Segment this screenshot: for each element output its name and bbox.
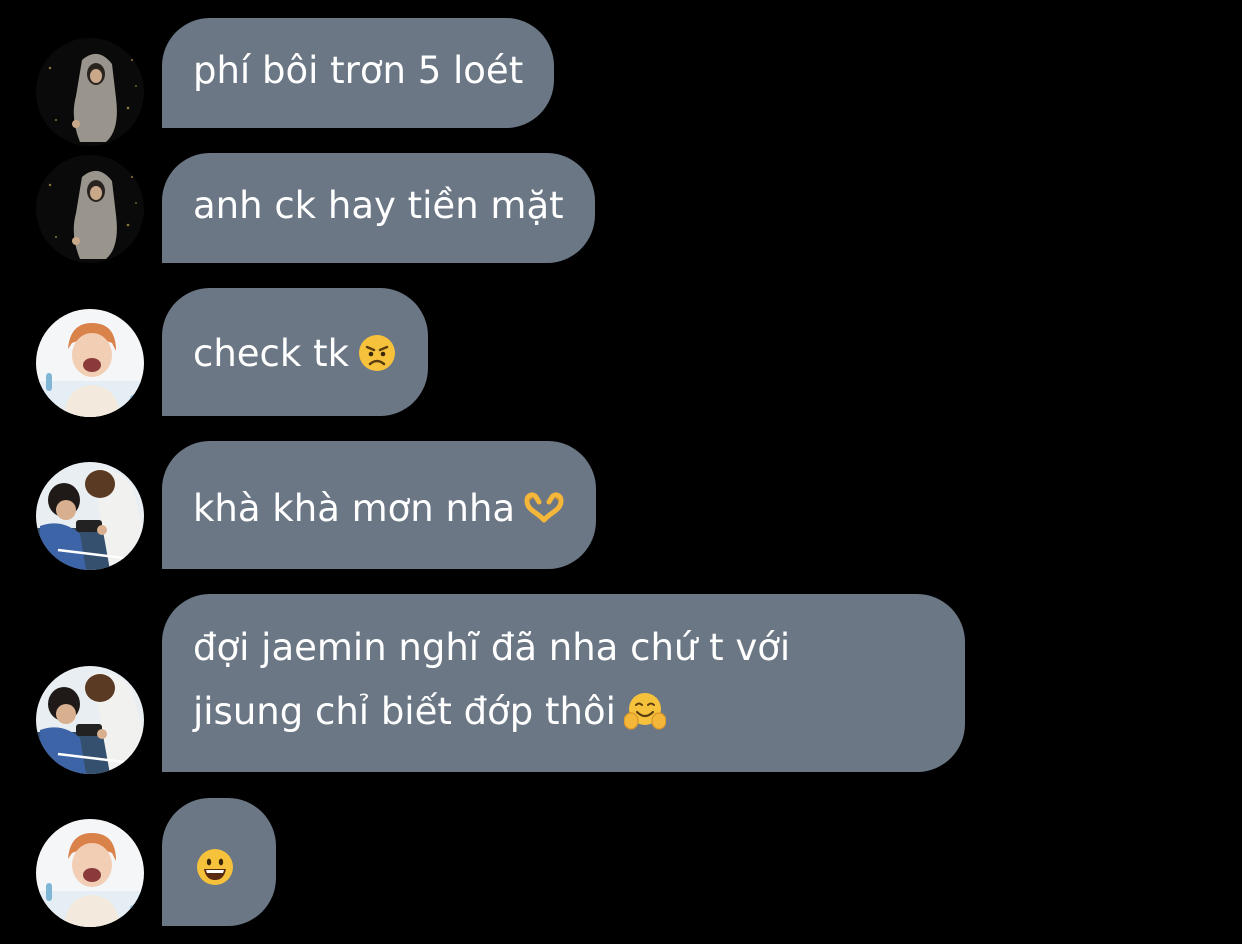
angry-face-emoji (357, 333, 397, 373)
heart-hands-emoji (523, 488, 565, 528)
dark-hooded-figure-avatar[interactable] (36, 155, 144, 263)
message-bubble[interactable]: anh ck hay tiền mặt (162, 153, 595, 263)
message-bubble[interactable]: check tk (162, 288, 429, 416)
message-bubble[interactable]: khà khà mơn nha (162, 441, 597, 569)
dark-hooded-figure-avatar[interactable] (36, 38, 144, 146)
message-text: check tk (193, 332, 350, 375)
two-people-phone-avatar[interactable] (36, 462, 144, 570)
message-text: anh ck hay tiền mặt (193, 184, 564, 227)
message-bubble[interactable]: đợi jaemin nghĩ đã nha chứ t với jisung … (162, 594, 965, 772)
message-text-line-2: jisung chỉ biết đớp thôi (193, 690, 616, 733)
message-row (0, 798, 1242, 927)
orange-hair-smiling-avatar[interactable] (36, 819, 144, 927)
message-line: jisung chỉ biết đớp thôi (193, 684, 934, 740)
message-row: khà khà mơn nha (0, 441, 1242, 570)
message-row: đợi jaemin nghĩ đã nha chứ t với jisung … (0, 594, 1242, 774)
message-text-line-1: đợi jaemin nghĩ đã nha chứ t với (193, 626, 791, 669)
message-text: khà khà mơn nha (193, 487, 516, 530)
grinning-face-emoji (195, 847, 235, 887)
orange-hair-smiling-avatar[interactable] (36, 309, 144, 417)
message-row: phí bôi trơn 5 loét (0, 18, 1242, 146)
two-people-phone-avatar[interactable] (36, 666, 144, 774)
message-line: check tk (193, 326, 397, 382)
message-row: anh ck hay tiền mặt (0, 153, 1242, 263)
message-text: phí bôi trơn 5 loét (193, 49, 524, 92)
message-row: check tk (0, 288, 1242, 417)
message-bubble[interactable]: phí bôi trơn 5 loét (162, 18, 555, 128)
message-bubble[interactable] (162, 798, 276, 926)
hugging-face-emoji (623, 691, 666, 731)
message-line: khà khà mơn nha (193, 481, 565, 537)
